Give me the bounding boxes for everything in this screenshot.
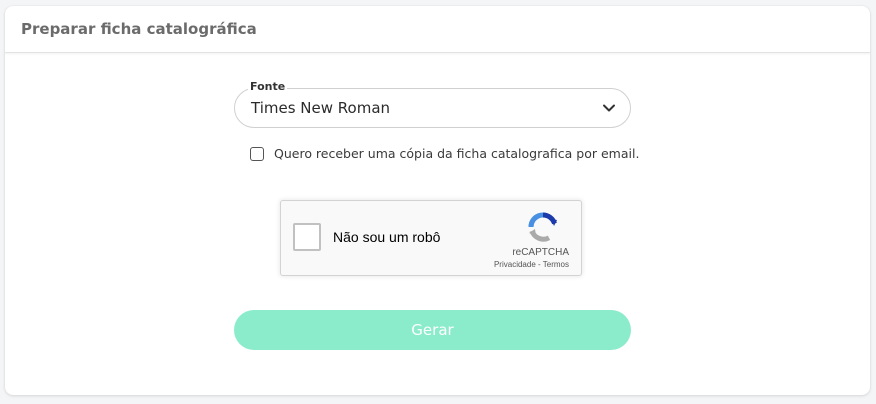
- font-select-value: Times New Roman: [251, 99, 391, 117]
- chevron-down-icon: [603, 104, 615, 112]
- recaptcha-links: Privacidade - Termos: [494, 260, 569, 269]
- generate-button[interactable]: Gerar: [234, 310, 631, 350]
- recaptcha-checkbox[interactable]: [293, 223, 321, 251]
- email-copy-checkbox[interactable]: [250, 146, 264, 161]
- page-title: Preparar ficha catalográfica: [21, 20, 257, 38]
- recaptcha-label: Não sou um robô: [333, 229, 441, 245]
- recaptcha-logo-icon: [528, 212, 557, 242]
- font-select-label: Fonte: [248, 80, 288, 93]
- recaptcha-terms-link[interactable]: Termos: [543, 260, 569, 269]
- recaptcha-privacy-link[interactable]: Privacidade: [494, 260, 536, 269]
- generate-button-label: Gerar: [411, 321, 454, 339]
- email-copy-option[interactable]: Quero receber uma cópia da ficha catalog…: [250, 146, 639, 161]
- font-select[interactable]: Times New Roman: [234, 88, 631, 128]
- email-copy-label: Quero receber uma cópia da ficha catalog…: [274, 146, 640, 161]
- recaptcha-brand: reCAPTCHA: [512, 247, 569, 258]
- recaptcha-widget: Não sou um robô reCAPTCHA Privacidade - …: [280, 200, 582, 276]
- recaptcha-link-separator: -: [538, 260, 541, 269]
- card-header: Preparar ficha catalográfica: [5, 6, 870, 53]
